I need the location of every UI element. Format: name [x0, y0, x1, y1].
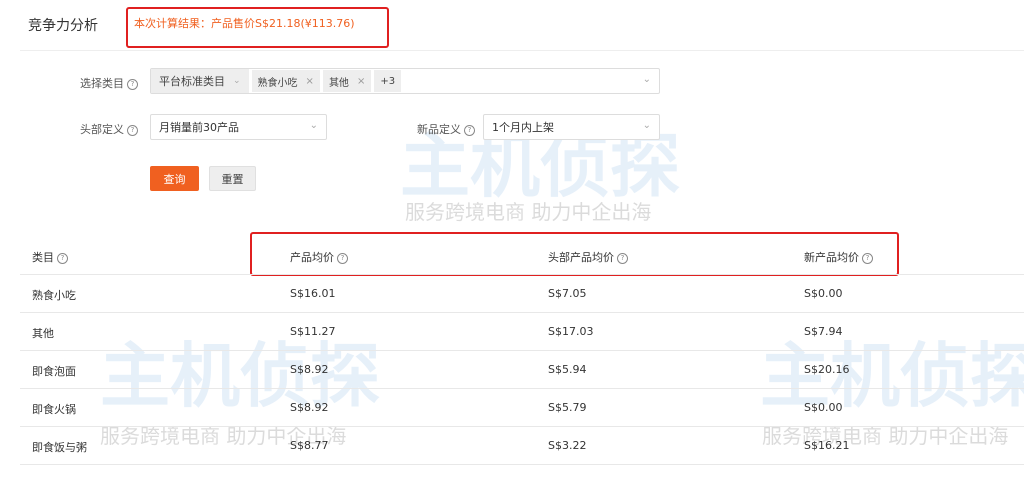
table-cell-new-avg-price: S$0.00 [804, 287, 843, 300]
category-select[interactable]: 平台标准类目 ⌄ 熟食小吃 × 其他 × +3 ⌄ [150, 68, 660, 94]
category-label: 选择类目? [38, 75, 138, 91]
help-icon[interactable]: ? [337, 252, 348, 264]
chevron-down-icon: ⌄ [233, 76, 241, 86]
calculation-result: 本次计算结果：产品售价S$21.18(¥113.76) [134, 17, 355, 30]
watermark-logo: 主机侦探 [100, 335, 380, 417]
table-cell-head-avg-price: S$7.05 [548, 287, 587, 300]
category-type-select[interactable]: 平台标准类目 ⌄ [151, 69, 249, 93]
header-label: 头部产品均价 [548, 251, 614, 264]
table-cell-head-avg-price: S$5.94 [548, 363, 587, 376]
table-cell-avg-price: S$8.92 [290, 401, 329, 414]
table-cell-category: 即食泡面 [32, 365, 76, 378]
header-label: 类目 [32, 251, 54, 264]
help-icon[interactable]: ? [127, 124, 138, 136]
chevron-down-icon: ⌄ [642, 120, 651, 131]
row-divider [20, 464, 1024, 465]
table-cell-new-avg-price: S$0.00 [804, 401, 843, 414]
category-more-tag[interactable]: +3 [374, 70, 402, 92]
close-icon[interactable]: × [357, 76, 365, 87]
table-cell-new-avg-price: S$20.16 [804, 363, 850, 376]
divider [20, 50, 1024, 51]
chevron-down-icon: ⌄ [642, 74, 651, 85]
row-divider [20, 426, 1024, 427]
column-header-avg-price: 产品均价? [290, 249, 348, 265]
new-definition-select[interactable]: 1个月内上架 ⌄ [483, 114, 660, 140]
table-cell-category: 熟食小吃 [32, 289, 76, 302]
chevron-down-icon: ⌄ [309, 120, 318, 131]
table-cell-head-avg-price: S$3.22 [548, 439, 587, 452]
watermark-slogan: 服务跨境电商 助力中企出海 [762, 424, 1009, 448]
header-label: 产品均价 [290, 251, 334, 264]
new-definition-label: 新品定义? [375, 121, 475, 137]
row-divider [20, 350, 1024, 351]
help-icon[interactable]: ? [617, 252, 628, 264]
help-icon[interactable]: ? [862, 252, 873, 264]
help-icon[interactable]: ? [57, 252, 68, 264]
divider [20, 274, 1024, 275]
page-title: 竞争力分析 [28, 18, 98, 34]
table-cell-head-avg-price: S$5.79 [548, 401, 587, 414]
table-cell-head-avg-price: S$17.03 [548, 325, 594, 338]
help-icon[interactable]: ? [127, 78, 138, 90]
query-button[interactable]: 查询 [150, 166, 199, 191]
table-cell-avg-price: S$16.01 [290, 287, 336, 300]
head-definition-select[interactable]: 月销量前30产品 ⌄ [150, 114, 327, 140]
header-label: 新产品均价 [804, 251, 859, 264]
watermark-logo: 主机侦探 [760, 335, 1024, 417]
column-header-new-avg-price: 新产品均价? [804, 249, 873, 265]
table-cell-category: 其他 [32, 327, 54, 340]
reset-button[interactable]: 重置 [209, 166, 256, 191]
table-cell-new-avg-price: S$16.21 [804, 439, 850, 452]
help-icon[interactable]: ? [464, 124, 475, 136]
table-cell-category: 即食饭与粥 [32, 441, 87, 454]
table-cell-avg-price: S$11.27 [290, 325, 336, 338]
column-header-category: 类目? [32, 249, 68, 265]
column-header-head-avg-price: 头部产品均价? [548, 249, 628, 265]
category-tag: 其他 × [322, 70, 372, 92]
category-tag: 熟食小吃 × [251, 70, 320, 92]
table-cell-avg-price: S$8.92 [290, 363, 329, 376]
table-cell-avg-price: S$8.77 [290, 439, 329, 452]
watermark-slogan: 服务跨境电商 助力中企出海 [405, 200, 652, 224]
row-divider [20, 312, 1024, 313]
head-definition-label: 头部定义? [38, 121, 138, 137]
close-icon[interactable]: × [306, 76, 314, 87]
row-divider [20, 388, 1024, 389]
table-cell-category: 即食火锅 [32, 403, 76, 416]
table-cell-new-avg-price: S$7.94 [804, 325, 843, 338]
